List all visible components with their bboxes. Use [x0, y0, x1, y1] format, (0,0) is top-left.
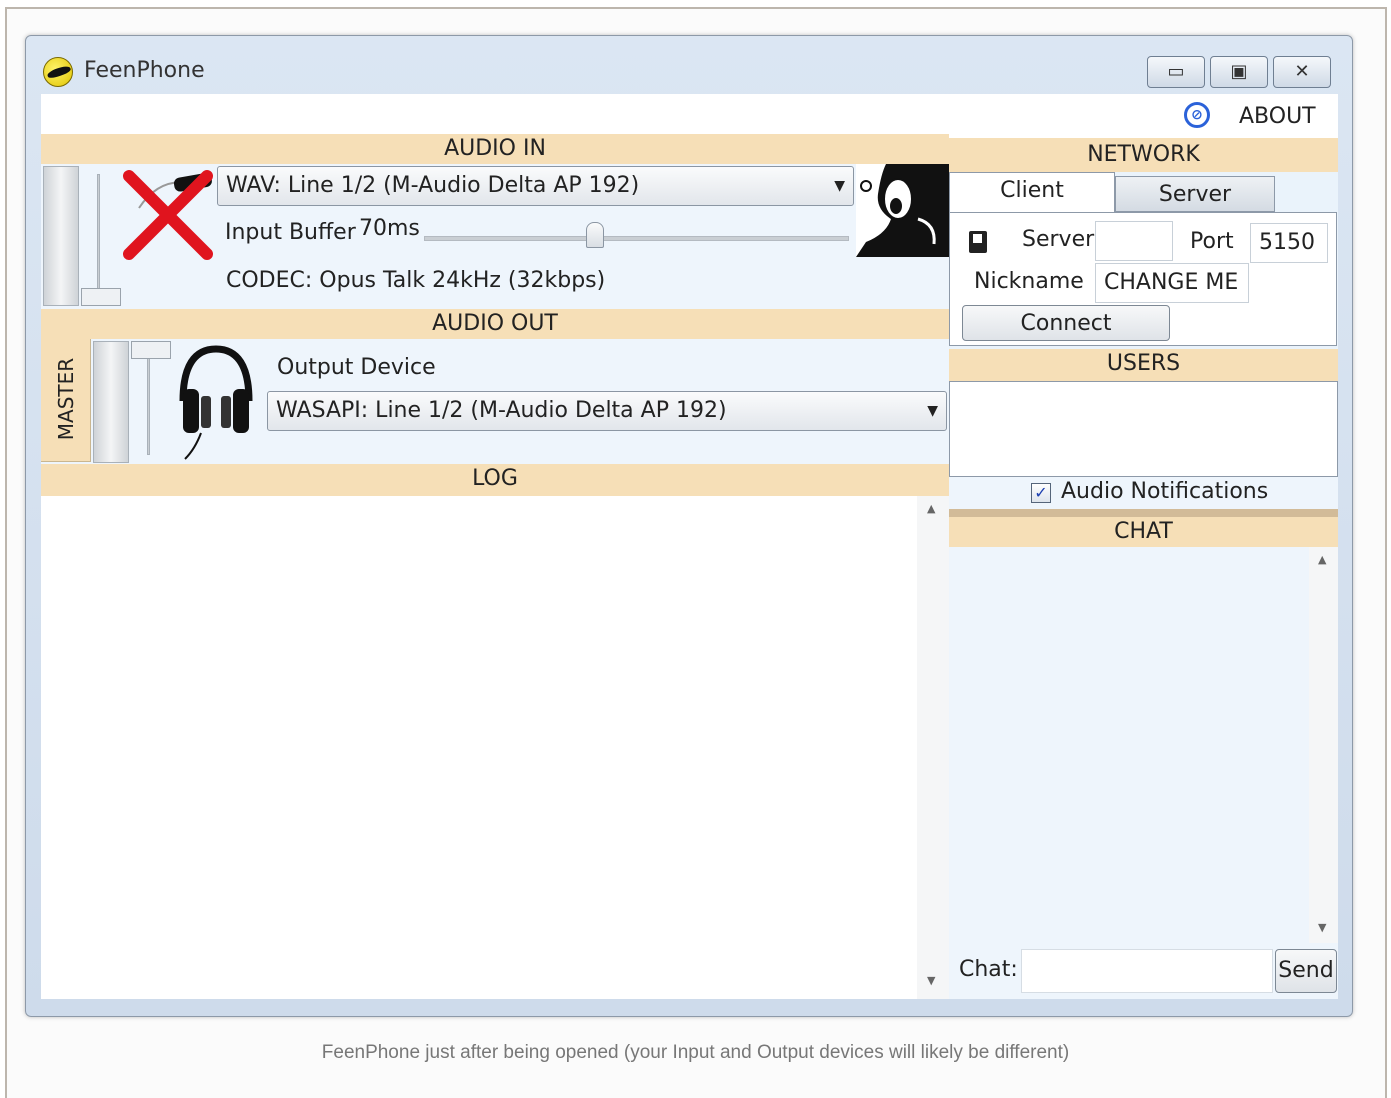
scroll-down-icon[interactable]: ▼ [927, 974, 935, 987]
log-area[interactable] [41, 496, 917, 999]
audio-in-header: AUDIO IN [41, 134, 949, 164]
title-bar[interactable]: FeenPhone ▭ ▣ ✕ [26, 36, 1352, 94]
input-device-value: WAV: Line 1/2 (M-Audio Delta AP 192) [226, 173, 640, 198]
audio-notifications-row[interactable]: ✓ Audio Notifications [949, 477, 1338, 509]
input-volume-slider[interactable] [97, 174, 100, 304]
log-scrollbar[interactable]: ▲ ▼ [917, 496, 949, 999]
output-level-meter [93, 341, 129, 463]
chevron-down-icon: ▼ [834, 178, 845, 194]
input-buffer-label: Input Buffer [225, 220, 356, 245]
audio-notifications-label: Audio Notifications [1061, 479, 1269, 504]
input-buffer-thumb[interactable] [586, 222, 604, 248]
input-buffer-value: 70ms [359, 216, 420, 241]
master-volume-thumb[interactable] [131, 341, 171, 359]
chat-header: CHAT [949, 517, 1338, 547]
audio-notifications-checkbox[interactable]: ✓ [1031, 483, 1051, 503]
nickname-label: Nickname [974, 269, 1084, 294]
users-list[interactable] [949, 381, 1338, 477]
client-tab-content: Server Port 5150 Nickname CHANGE ME Conn… [949, 212, 1337, 346]
input-level-meter [43, 166, 79, 306]
window-content: ⊘ ABOUT AUDIO IN WAV: Line 1/2 (M-Audio … [41, 94, 1338, 999]
maximize-button[interactable]: ▣ [1210, 56, 1268, 88]
scroll-down-icon[interactable]: ▼ [1318, 921, 1326, 934]
server-list-icon[interactable] [968, 230, 988, 254]
scroll-up-icon[interactable]: ▲ [1318, 553, 1326, 566]
log-header: LOG [41, 464, 949, 496]
input-buffer-slider[interactable] [424, 220, 849, 250]
headphones-icon [179, 345, 253, 460]
audio-out-header: AUDIO OUT [41, 309, 949, 339]
nickname-input[interactable]: CHANGE ME [1095, 263, 1249, 303]
close-button[interactable]: ✕ [1273, 56, 1331, 88]
minimize-button[interactable]: ▭ [1147, 56, 1205, 88]
send-button[interactable]: Send [1275, 949, 1337, 993]
screenshot-caption: FeenPhone just after being opened (your … [321, 1042, 1070, 1063]
codec-label: CODEC: Opus Talk 24kHz (32kbps) [226, 268, 606, 293]
input-device-select[interactable]: WAV: Line 1/2 (M-Audio Delta AP 192) ▼ [217, 166, 854, 206]
splitter[interactable] [949, 509, 1338, 517]
network-panel: Client Server Server Port 5150 Nickname … [949, 172, 1338, 349]
about-menu-item[interactable]: ABOUT [1239, 104, 1316, 129]
scroll-up-icon[interactable]: ▲ [927, 502, 935, 515]
connect-button[interactable]: Connect [962, 305, 1170, 341]
master-label: MASTER [54, 357, 78, 441]
tab-server[interactable]: Server [1115, 176, 1275, 212]
app-icon [43, 57, 73, 87]
chat-label: Chat: [959, 957, 1018, 982]
users-header: USERS [949, 349, 1338, 381]
input-volume-thumb[interactable] [81, 288, 121, 306]
output-device-select[interactable]: WASAPI: Line 1/2 (M-Audio Delta AP 192) … [267, 391, 947, 431]
output-device-label: Output Device [277, 355, 436, 380]
audio-in-panel: WAV: Line 1/2 (M-Audio Delta AP 192) ▼ I… [41, 164, 949, 309]
output-device-value: WASAPI: Line 1/2 (M-Audio Delta AP 192) [276, 398, 727, 423]
shouting-person-icon [856, 164, 949, 257]
window-title: FeenPhone [84, 58, 205, 83]
network-header: NETWORK [949, 138, 1338, 172]
chevron-down-icon: ▼ [927, 403, 938, 419]
master-volume-slider[interactable] [147, 343, 150, 455]
app-window: FeenPhone ▭ ▣ ✕ ⊘ ABOUT AUDIO IN WAV: Li… [25, 35, 1353, 1017]
audio-out-panel: MASTER Output Device WASAPI: Line 1/2 (M… [41, 339, 949, 464]
about-icon[interactable]: ⊘ [1184, 102, 1210, 128]
server-input[interactable] [1095, 221, 1173, 261]
port-input[interactable]: 5150 [1250, 223, 1328, 263]
master-tab[interactable]: MASTER [41, 339, 91, 462]
chat-scrollbar[interactable]: ▲ ▼ [1309, 547, 1338, 943]
muted-mic-icon[interactable] [119, 168, 217, 260]
server-label: Server [1022, 227, 1095, 252]
chat-area[interactable] [949, 547, 1309, 943]
port-label: Port [1190, 229, 1234, 254]
chat-input-row: Chat: Send [949, 943, 1338, 999]
chat-input[interactable] [1021, 949, 1273, 993]
tab-client[interactable]: Client [949, 172, 1115, 212]
